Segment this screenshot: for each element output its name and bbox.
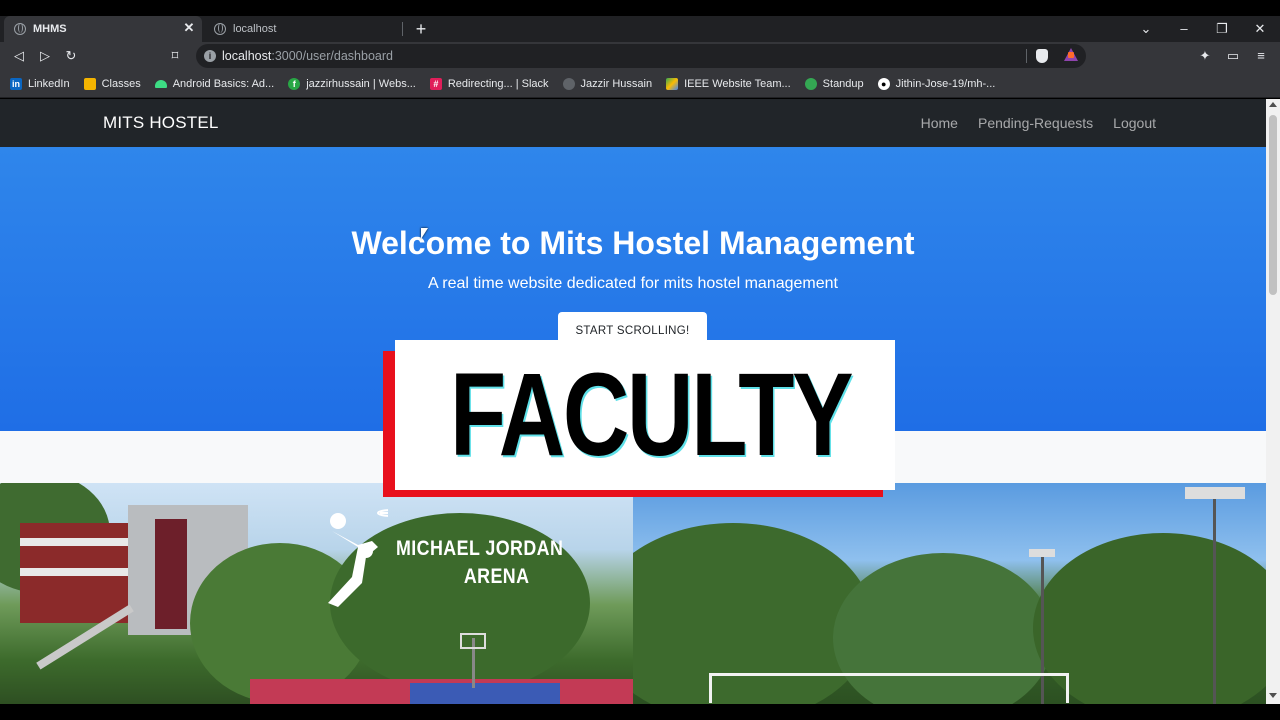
wallet-icon[interactable]: ▭ [1224,47,1242,65]
bookmark-ieee[interactable]: IEEE Website Team... [666,77,791,90]
building-shape [20,568,130,576]
nav-pending-requests[interactable]: Pending-Requests [978,115,1093,131]
scroll-up-icon[interactable] [1269,102,1277,107]
arena-photo: MICHAEL JORDAN ARENA [0,483,633,704]
globe-icon [562,77,575,90]
hero-title: Welcome to Mits Hostel Management [351,225,915,261]
back-button[interactable]: ◁ [10,47,28,65]
backboard-shape [460,633,486,649]
minimize-button[interactable]: – [1174,20,1194,38]
faculty-overlay-text: FACULTY [450,349,854,481]
extensions-icon[interactable]: ✦ [1196,47,1214,65]
brave-shields-icon[interactable] [1036,49,1048,63]
page-viewport: MITS HOSTEL Home Pending-Requests Logout… [0,99,1266,704]
bookmark-icon[interactable]: ⌑ [166,47,184,65]
bookmark-linkedin[interactable]: in LinkedIn [10,77,70,90]
court-shape [410,683,560,704]
close-icon[interactable]: ✕ [182,21,196,35]
bookmark-android[interactable]: Android Basics: Ad... [154,78,274,90]
tab-search-icon[interactable]: ⌄ [1136,20,1156,38]
faculty-overlay: FACULTY [395,340,895,490]
globe-icon [14,23,26,35]
classroom-icon [83,77,96,90]
tab-localhost[interactable]: localhost [204,16,402,42]
mouse-cursor-icon [421,228,428,239]
floodlight-pole [1213,493,1216,704]
omnibox-separator [1026,49,1027,63]
tab-strip: MHMS ✕ localhost + ⌄ – ❐ ✕ [0,16,1280,42]
bookmark-jazzir-hussain[interactable]: Jazzir Hussain [562,77,652,90]
globe-icon [214,23,226,35]
site-icon: f [288,77,301,90]
menu-icon[interactable]: ≡ [1252,47,1270,65]
building-shape [20,538,130,546]
arena-logo-text: MICHAEL JORDAN ARENA [396,537,564,588]
page-scrollbar[interactable] [1266,99,1280,704]
floodlight-shape [1029,549,1055,557]
drive-icon [666,77,679,90]
tab-mhms[interactable]: MHMS ✕ [4,16,202,42]
letterbox-bottom [0,704,1280,720]
close-window-button[interactable]: ✕ [1250,20,1270,38]
court-photo [633,483,1266,704]
github-icon: ● [877,77,890,90]
letterbox-top [0,0,1280,16]
bookmark-standup[interactable]: Standup [804,77,864,90]
android-icon [154,79,167,88]
bookmark-classes[interactable]: Classes [83,77,141,90]
forward-button[interactable]: ▷ [36,47,54,65]
building-shape [155,519,187,629]
reload-button[interactable]: ↻ [62,47,80,65]
nav-home[interactable]: Home [921,115,958,131]
site-brand[interactable]: MITS HOSTEL [103,113,219,133]
browser-toolbar: ◁ ▷ ↻ ⌑ i localhost:3000/user/dashboard … [0,42,1280,70]
scrollbar-thumb[interactable] [1269,115,1277,295]
goalpost-shape [709,673,1069,703]
basketball-player-icon [328,509,388,607]
restore-button[interactable]: ❐ [1212,20,1232,38]
tab-title: localhost [233,23,277,35]
bookmarks-bar: in LinkedIn Classes Android Basics: Ad...… [0,70,1280,98]
bookmark-jazzirhussain[interactable]: f jazzirhussain | Webs... [288,77,416,90]
floodlight-shape [1185,487,1245,499]
bookmark-slack[interactable]: # Redirecting... | Slack [429,77,549,90]
address-bar[interactable]: i localhost:3000/user/dashboard [196,44,1086,68]
url-text: localhost:3000/user/dashboard [222,49,393,63]
hero-subtitle: A real time website dedicated for mits h… [428,275,838,292]
linkedin-icon: in [10,77,22,90]
site-navbar: MITS HOSTEL Home Pending-Requests Logout [0,99,1266,147]
bookmark-github[interactable]: ● Jithin-Jose-19/mh-... [877,77,995,90]
standup-icon [804,77,817,90]
tab-title: MHMS [33,23,67,35]
nav-links: Home Pending-Requests Logout [901,115,1156,131]
nav-logout[interactable]: Logout [1113,115,1156,131]
scroll-down-icon[interactable] [1269,693,1277,698]
slack-icon: # [429,77,442,90]
brave-rewards-icon[interactable] [1064,48,1078,61]
site-info-icon[interactable]: i [204,50,216,62]
new-tab-button[interactable]: + [412,20,430,38]
tab-separator [402,22,403,36]
